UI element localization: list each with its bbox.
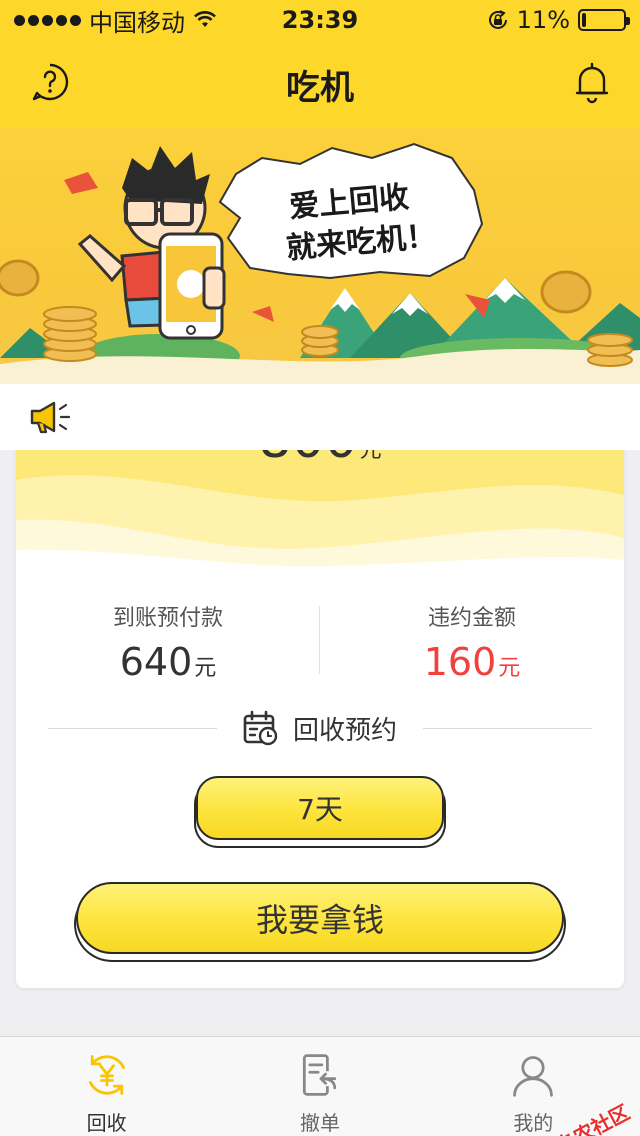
penalty-value: 160元 bbox=[320, 640, 624, 684]
help-circle-icon[interactable] bbox=[30, 62, 70, 102]
user-icon bbox=[513, 1056, 554, 1097]
divider-left bbox=[48, 727, 217, 729]
page-title: 吃机 bbox=[286, 67, 354, 108]
megaphone-icon bbox=[30, 401, 71, 434]
section-title: 回收预约 bbox=[293, 715, 398, 746]
penalty-unit: 元 bbox=[498, 656, 521, 681]
penalty-amount: 160 bbox=[423, 640, 497, 684]
stats-row: 到账预付款 640元 违约金额 160元 bbox=[16, 600, 624, 684]
calendar-clock-icon bbox=[243, 710, 278, 746]
prepayment-value: 640元 bbox=[16, 640, 320, 684]
prepayment-amount: 640 bbox=[119, 640, 193, 684]
status-bar: 中国移动 23:39 11% bbox=[0, 0, 640, 40]
cancel-order-icon bbox=[302, 1054, 337, 1096]
rotation-lock-icon bbox=[488, 10, 507, 29]
tab-mine-label: 我的 bbox=[513, 1111, 554, 1135]
penalty-stat: 违约金额 160元 bbox=[320, 600, 624, 684]
tab-recycle-label: 回收 bbox=[86, 1111, 127, 1135]
yuan-recycle-icon bbox=[88, 1055, 125, 1095]
carrier-name: 中国移动 bbox=[89, 8, 185, 37]
banner-illustration: 爱上回收 就来吃机！ bbox=[0, 142, 640, 384]
tab-recycle[interactable]: 回收 bbox=[0, 1037, 213, 1136]
appointment-section-header: 回收预约 bbox=[48, 708, 593, 748]
select-days-button[interactable]: 7天 bbox=[196, 776, 444, 840]
battery-percent: 11% bbox=[516, 6, 570, 34]
stats-divider bbox=[319, 606, 320, 674]
divider-right bbox=[423, 727, 593, 729]
tab-bar: 回收 撤单 我的 bbox=[0, 1036, 640, 1136]
signal-strength-icon bbox=[14, 14, 81, 26]
tab-cancel-order-label: 撤单 bbox=[299, 1111, 340, 1135]
recycle-card: 800元 到账预付款 640元 违约金额 160元 回收预约 7天 我要拿 bbox=[16, 420, 624, 988]
promo-banner[interactable]: 爱上回收 就来吃机！ bbox=[0, 128, 640, 384]
prepayment-stat: 到账预付款 640元 bbox=[16, 600, 320, 684]
prepayment-label: 到账预付款 bbox=[112, 606, 223, 631]
navigation-bar: 吃机 bbox=[0, 40, 640, 128]
battery-icon bbox=[578, 9, 630, 31]
notice-bar[interactable] bbox=[0, 384, 640, 450]
prepayment-unit: 元 bbox=[194, 656, 217, 681]
bell-icon[interactable] bbox=[574, 60, 610, 104]
penalty-label: 违约金额 bbox=[427, 606, 516, 631]
wifi-icon bbox=[194, 11, 216, 27]
get-money-button[interactable]: 我要拿钱 bbox=[76, 882, 564, 954]
tab-cancel-order[interactable]: 撤单 bbox=[213, 1037, 426, 1136]
